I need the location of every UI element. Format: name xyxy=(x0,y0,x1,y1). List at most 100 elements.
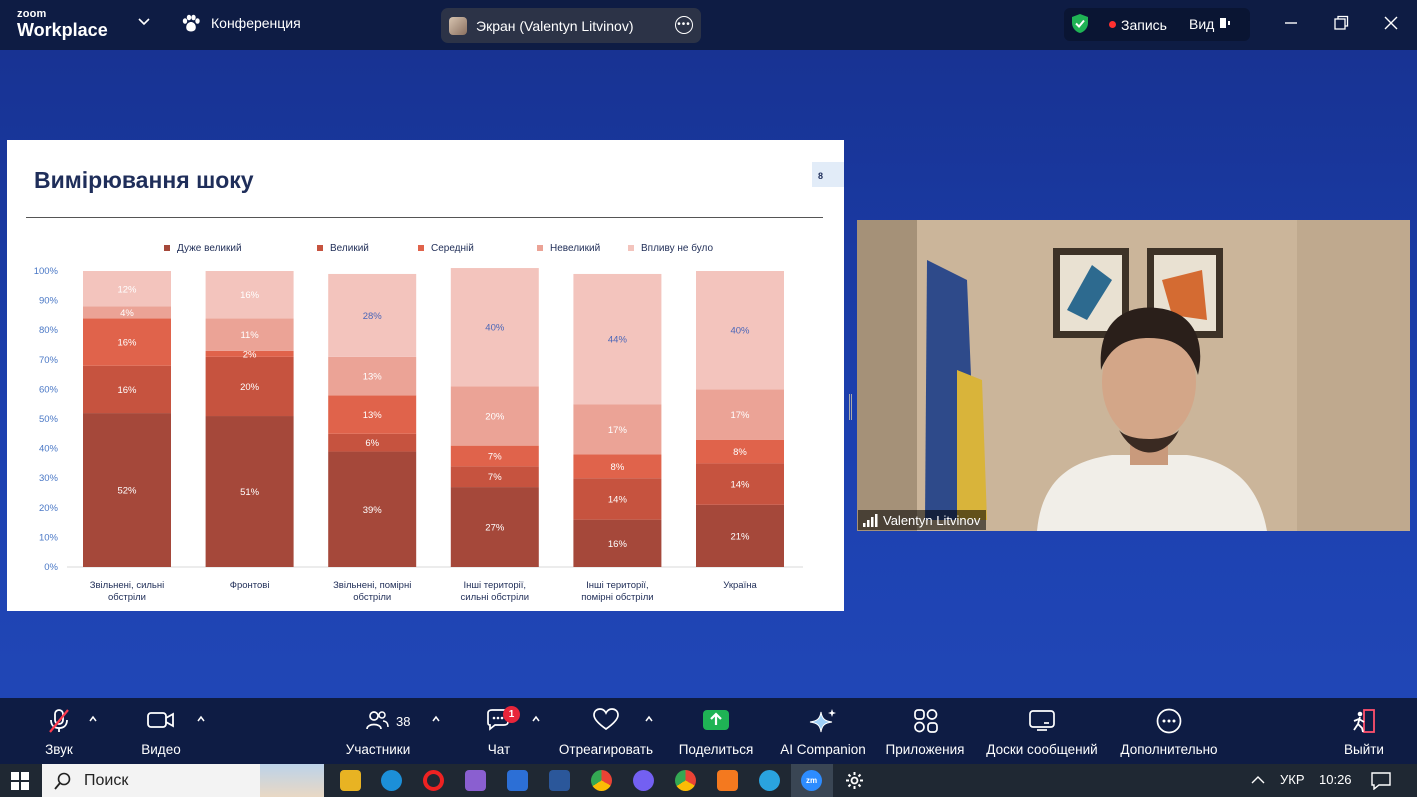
minimize-icon[interactable] xyxy=(1282,14,1300,32)
participants-label: Участники xyxy=(345,742,411,757)
legend-label: Впливу не було xyxy=(641,242,713,254)
x-category-label: Інші території, xyxy=(586,580,649,591)
share-screen-button[interactable]: Поделиться xyxy=(676,698,756,764)
chat-button[interactable]: 1 Чат xyxy=(478,698,520,764)
data-label: 44% xyxy=(608,335,628,346)
more-options-icon[interactable]: ••• xyxy=(675,16,693,34)
legend-label: Великий xyxy=(330,243,369,254)
data-label: 28% xyxy=(363,311,383,322)
paw-icon xyxy=(182,14,200,32)
legend-label: Дуже великий xyxy=(177,243,242,254)
logo-bottom-text: Workplace xyxy=(17,20,108,40)
shield-check-icon[interactable] xyxy=(1071,13,1089,34)
video-caret-icon[interactable] xyxy=(196,714,206,724)
notifications-icon[interactable] xyxy=(1371,772,1391,790)
data-label: 16% xyxy=(117,385,137,396)
mic-muted-icon xyxy=(49,709,69,733)
data-label: 2% xyxy=(243,349,257,360)
word-icon[interactable] xyxy=(549,770,570,791)
meeting-info-button[interactable]: Конференция xyxy=(181,14,301,32)
tray-chevron-up-icon[interactable] xyxy=(1251,775,1265,785)
close-icon[interactable] xyxy=(1382,14,1400,32)
signal-icon xyxy=(863,513,878,527)
stacked-bar-chart: 0% 10% 20% 30% 40% 50% 60% 70% 80% 90% 100% Дуже ве… xyxy=(34,242,803,603)
data-label: 7% xyxy=(488,452,502,463)
audio-caret-icon[interactable] xyxy=(88,714,98,724)
more-dots-icon xyxy=(1156,708,1182,734)
audio-button[interactable]: Звук xyxy=(36,698,82,764)
presenter-avatar xyxy=(449,16,467,35)
chrome-2-icon[interactable] xyxy=(675,770,696,791)
participants-button[interactable]: 38 Участники xyxy=(340,698,416,764)
save-app-icon[interactable] xyxy=(507,770,528,791)
data-label: 16% xyxy=(117,338,137,349)
participant-name-tag: Valentyn Litvinov xyxy=(858,510,987,530)
search-icon xyxy=(54,772,71,790)
y-tick-label: 0% xyxy=(44,562,58,573)
settings-gear-icon[interactable] xyxy=(845,771,864,790)
zoom-logo: zoom Workplace xyxy=(17,9,108,40)
y-tick-label: 50% xyxy=(39,414,59,425)
exit-icon xyxy=(1353,709,1375,733)
y-tick-label: 100% xyxy=(34,266,59,277)
more-button[interactable]: Дополнительно xyxy=(1116,698,1222,764)
ai-companion-label: AI Companion xyxy=(780,742,866,757)
data-label: 12% xyxy=(117,284,137,295)
data-label: 17% xyxy=(730,410,750,421)
x-category-label: Звільнені, помірні xyxy=(333,580,411,591)
taskbar-search[interactable]: Поиск xyxy=(42,764,324,797)
chat-label: Чат xyxy=(487,742,511,757)
x-category-label: сильні обстріли xyxy=(461,592,530,603)
react-button[interactable]: Отреагировать xyxy=(556,698,656,764)
opera-icon[interactable] xyxy=(423,770,444,791)
zoom-app-icon[interactable]: zm xyxy=(801,770,822,791)
participants-caret-icon[interactable] xyxy=(431,714,441,724)
record-dot-icon xyxy=(1109,21,1116,28)
splitter-handle[interactable] xyxy=(849,394,852,420)
file-explorer-icon[interactable] xyxy=(340,770,361,791)
legend-label: Невеликий xyxy=(550,243,600,254)
video-label: Видео xyxy=(141,742,181,757)
search-highlight-image xyxy=(260,764,324,797)
view-button[interactable]: Вид xyxy=(1189,16,1214,32)
windows-start-icon[interactable] xyxy=(11,772,29,790)
data-label: 8% xyxy=(611,462,625,473)
restore-icon[interactable] xyxy=(1332,14,1350,32)
whiteboards-button[interactable]: Доски сообщений xyxy=(982,698,1102,764)
x-category-label: обстріли xyxy=(353,592,391,603)
feather-app-icon[interactable] xyxy=(465,770,486,791)
y-tick-label: 40% xyxy=(39,444,59,455)
data-label: 52% xyxy=(117,486,137,497)
x-category-label: обстріли xyxy=(108,592,146,603)
meeting-label: Конференция xyxy=(211,15,301,31)
view-layout-icon[interactable] xyxy=(1219,17,1231,29)
edge-icon[interactable] xyxy=(381,770,402,791)
data-label: 39% xyxy=(363,505,383,516)
data-label: 20% xyxy=(485,412,505,423)
data-label: 6% xyxy=(365,438,379,449)
more-label: Дополнительно xyxy=(1120,742,1218,757)
data-label: 21% xyxy=(730,531,750,542)
language-indicator[interactable]: УКР xyxy=(1280,772,1305,787)
telegram-icon[interactable] xyxy=(759,770,780,791)
chrome-icon[interactable] xyxy=(591,770,612,791)
paint-app-icon[interactable] xyxy=(717,770,738,791)
chat-caret-icon[interactable] xyxy=(531,714,541,724)
leave-button[interactable]: Выйти xyxy=(1340,698,1388,764)
ai-companion-button[interactable]: AI Companion xyxy=(776,698,870,764)
data-label: 4% xyxy=(120,308,134,319)
screen-share-indicator[interactable]: Экран (Valentyn Litvinov) ••• xyxy=(441,8,701,43)
x-category-label: Звільнені, сильні xyxy=(90,580,164,591)
participant-video[interactable] xyxy=(857,220,1410,531)
participants-count: 38 xyxy=(396,714,411,729)
y-tick-label: 70% xyxy=(39,355,59,366)
viber-icon[interactable] xyxy=(633,770,654,791)
chevron-down-icon[interactable] xyxy=(137,14,151,28)
video-frame xyxy=(857,220,1410,531)
data-label: 51% xyxy=(240,487,260,498)
apps-button[interactable]: Приложения xyxy=(882,698,968,764)
video-button[interactable]: Видео xyxy=(136,698,186,764)
recording-label[interactable]: Запись xyxy=(1121,17,1167,33)
clock[interactable]: 10:26 xyxy=(1319,772,1352,787)
react-caret-icon[interactable] xyxy=(644,714,654,724)
